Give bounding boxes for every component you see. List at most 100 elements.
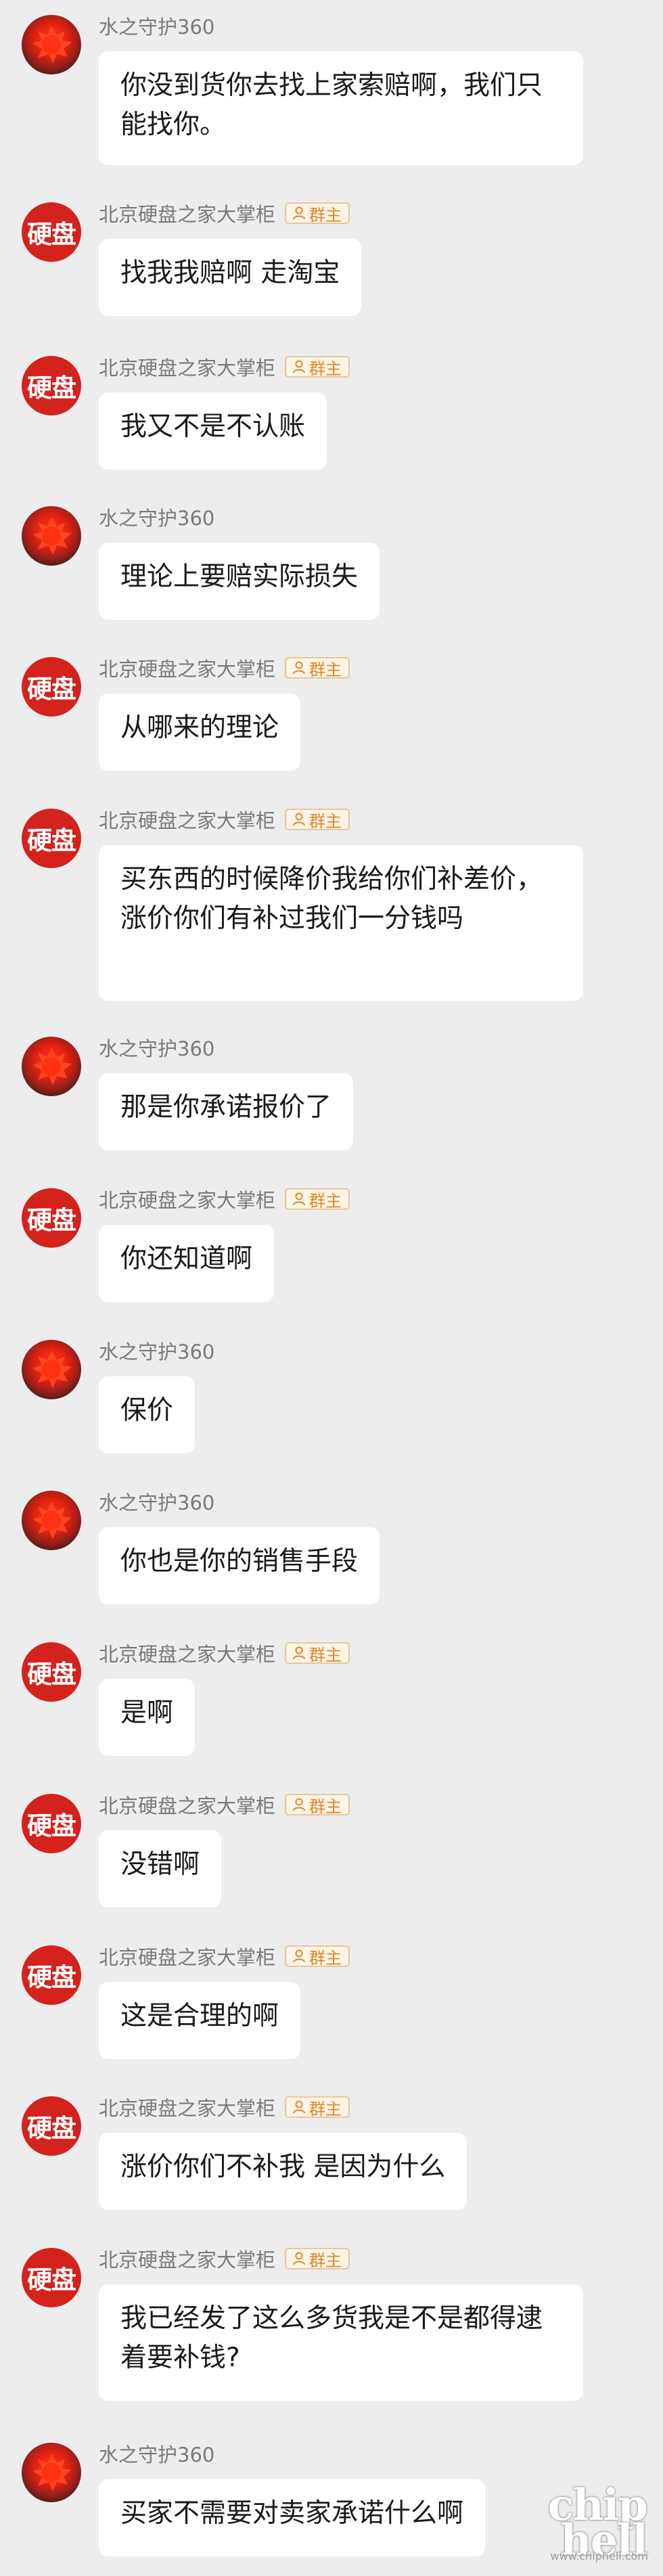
message-header: 北京硬盘之家大掌柜 群主 (99, 1791, 350, 1818)
avatar-text: 硬盘 (27, 374, 76, 403)
avatar[interactable]: 硬盘 (22, 809, 81, 868)
message-bubble[interactable]: 你还知道啊 (99, 1225, 275, 1302)
avatar-text: 硬盘 (27, 1206, 76, 1235)
avatar[interactable] (22, 1340, 81, 1399)
sender-name[interactable]: 北京硬盘之家大掌柜 (99, 2244, 275, 2273)
person-icon (293, 661, 306, 675)
owner-badge: 群主 (285, 809, 350, 831)
message-header: 北京硬盘之家大掌柜 群主 (99, 1943, 350, 1970)
sender-name[interactable]: 水之守护360 (99, 1033, 214, 1062)
owner-badge: 群主 (285, 1794, 350, 1816)
avatar[interactable]: 硬盘 (22, 356, 81, 415)
person-icon (293, 1798, 306, 1811)
avatar[interactable]: 硬盘 (22, 1794, 81, 1853)
message-header: 北京硬盘之家大掌柜 群主 (99, 2245, 350, 2272)
owner-badge: 群主 (285, 1642, 350, 1665)
avatar[interactable]: 硬盘 (22, 1642, 81, 1702)
person-icon (293, 360, 306, 374)
avatar-text: 硬盘 (27, 675, 76, 704)
avatar[interactable] (22, 2443, 81, 2502)
sender-name[interactable]: 水之守护360 (99, 2439, 214, 2468)
person-icon (293, 813, 306, 826)
avatar[interactable]: 硬盘 (22, 1188, 81, 1248)
avatar[interactable]: 硬盘 (22, 657, 81, 717)
sender-name[interactable]: 水之守护360 (99, 12, 214, 40)
red-leaf-icon (32, 1047, 72, 1085)
message-header: 水之守护360 (99, 503, 214, 530)
message-header: 北京硬盘之家大掌柜 群主 (99, 654, 350, 681)
message-bubble[interactable]: 找我我赔啊 走淘宝 (99, 239, 362, 316)
avatar-text: 硬盘 (27, 220, 76, 249)
avatar-text: 硬盘 (27, 2265, 76, 2295)
sender-name[interactable]: 北京硬盘之家大掌柜 (99, 1639, 275, 1667)
avatar-text: 硬盘 (27, 826, 76, 855)
sender-name[interactable]: 北京硬盘之家大掌柜 (99, 353, 275, 381)
message-bubble[interactable]: 我已经发了这么多货我是不是都得逮着要补钱? (99, 2284, 583, 2401)
owner-badge-label: 群主 (309, 1797, 342, 1816)
avatar[interactable] (22, 1491, 81, 1550)
sender-name[interactable]: 北京硬盘之家大掌柜 (99, 1185, 275, 1213)
owner-badge-label: 群主 (309, 660, 342, 679)
message-bubble[interactable]: 你没到货你去找上家索赔啊，我们只能找你。 (99, 51, 583, 165)
owner-badge-label: 群主 (309, 2251, 342, 2270)
person-icon (293, 1949, 306, 1963)
message-header: 水之守护360 (99, 2440, 214, 2467)
message-header: 北京硬盘之家大掌柜 群主 (99, 806, 350, 833)
avatar[interactable]: 硬盘 (22, 202, 81, 262)
person-icon (293, 1646, 306, 1660)
avatar[interactable] (22, 15, 81, 74)
message-bubble[interactable]: 我又不是不认账 (99, 392, 327, 470)
avatar-text: 硬盘 (27, 1660, 76, 1689)
person-icon (293, 2252, 306, 2265)
message-header: 北京硬盘之家大掌柜 群主 (99, 1640, 350, 1667)
sender-name[interactable]: 北京硬盘之家大掌柜 (99, 199, 275, 227)
avatar[interactable] (22, 1037, 81, 1096)
sender-name[interactable]: 北京硬盘之家大掌柜 (99, 1942, 275, 1970)
sender-name[interactable]: 水之守护360 (99, 1487, 214, 1516)
avatar[interactable]: 硬盘 (22, 2096, 81, 2156)
owner-badge: 群主 (285, 356, 350, 378)
message-header: 水之守护360 (99, 12, 214, 39)
message-bubble[interactable]: 涨价你们不补我 是因为什么 (99, 2133, 467, 2210)
sender-name[interactable]: 水之守护360 (99, 503, 214, 531)
message-bubble[interactable]: 这是合理的啊 (99, 1982, 301, 2059)
owner-badge-label: 群主 (309, 1645, 342, 1665)
watermark: chip hell www.chiphell.com (484, 2480, 654, 2566)
message-bubble[interactable]: 理论上要赔实际损失 (99, 543, 380, 620)
owner-badge: 群主 (285, 2096, 350, 2119)
message-bubble[interactable]: 从哪来的理论 (99, 694, 301, 771)
message-bubble[interactable]: 买家不需要对卖家承诺什么啊 (99, 2479, 486, 2556)
red-leaf-icon (32, 1501, 72, 1539)
message-header: 水之守护360 (99, 1034, 214, 1061)
message-bubble[interactable]: 你也是你的销售手段 (99, 1527, 380, 1604)
avatar-text: 硬盘 (27, 1811, 76, 1840)
message-bubble[interactable]: 是啊 (99, 1679, 196, 1756)
avatar[interactable] (22, 506, 81, 566)
person-icon (293, 1192, 306, 1206)
owner-badge-label: 群主 (309, 359, 342, 378)
owner-badge-label: 群主 (309, 811, 342, 831)
avatar[interactable]: 硬盘 (22, 2248, 81, 2307)
owner-badge-label: 群主 (309, 2099, 342, 2119)
message-bubble[interactable]: 买东西的时候降价我给你们补差价，涨价你们有补过我们一分钱吗 (99, 845, 583, 1001)
sender-name[interactable]: 水之守护360 (99, 1336, 214, 1365)
message-bubble[interactable]: 保价 (99, 1376, 196, 1453)
message-bubble[interactable]: 那是你承诺报价了 (99, 1073, 354, 1150)
watermark-url: www.chiphell.com (550, 2550, 648, 2562)
message-header: 北京硬盘之家大掌柜 群主 (99, 1185, 350, 1213)
message-bubble[interactable]: 没错啊 (99, 1830, 222, 1907)
red-leaf-icon (32, 1351, 72, 1388)
sender-name[interactable]: 北京硬盘之家大掌柜 (99, 1790, 275, 1819)
message-header: 北京硬盘之家大掌柜 群主 (99, 2094, 350, 2121)
sender-name[interactable]: 北京硬盘之家大掌柜 (99, 654, 275, 682)
sender-name[interactable]: 北京硬盘之家大掌柜 (99, 2093, 275, 2121)
message-header: 北京硬盘之家大掌柜 群主 (99, 353, 350, 380)
owner-badge: 群主 (285, 1188, 350, 1211)
avatar[interactable]: 硬盘 (22, 1945, 81, 2005)
avatar-text: 硬盘 (27, 1963, 76, 1992)
message-header: 水之守护360 (99, 1337, 214, 1364)
owner-badge: 群主 (285, 1945, 350, 1968)
sender-name[interactable]: 北京硬盘之家大掌柜 (99, 805, 275, 834)
owner-badge-label: 群主 (309, 1191, 342, 1211)
watermark-logo: chip hell (547, 2480, 648, 2566)
